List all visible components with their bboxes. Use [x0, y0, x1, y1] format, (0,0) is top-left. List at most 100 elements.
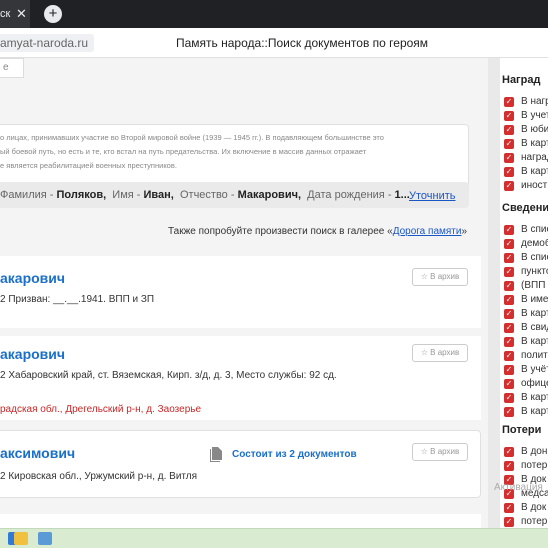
- road-of-memory-link[interactable]: Дорога памяти: [393, 226, 462, 237]
- documents-count-link[interactable]: Состоит из 2 документов: [232, 449, 357, 460]
- filter-label: В карт: [521, 392, 548, 403]
- filter-panel: Наград ✓ В нагр ✓ В учет ✓ В юби ✓ В карт ✓ награ…: [488, 58, 548, 528]
- result-description: 2 Призван: __.__.1941. ВПП и ЗП: [0, 294, 155, 305]
- filter-label: наград: [521, 152, 548, 163]
- panel-divider: [488, 58, 500, 528]
- filter-label: демоб: [521, 238, 548, 249]
- info-section-title: Сведени: [502, 202, 548, 214]
- result-name[interactable]: аксимович: [0, 445, 75, 461]
- taskbar: [0, 528, 548, 548]
- tab-close-icon[interactable]: ✕: [16, 6, 27, 22]
- birth-label: Дата рождения: [307, 189, 385, 201]
- add-to-archive-button[interactable]: ☆ В архив: [412, 268, 468, 286]
- filter-checkbox[interactable]: ✓: [504, 393, 514, 403]
- filter-checkbox[interactable]: ✓: [504, 267, 514, 277]
- result-card[interactable]: акарович 2 Призван: __.__.1941. ВПП и ЗП…: [0, 256, 481, 328]
- awards-section-title: Наград: [502, 74, 541, 86]
- filter-checkbox[interactable]: ✓: [504, 181, 514, 191]
- filter-checkbox[interactable]: ✓: [504, 309, 514, 319]
- filter-label: В карт: [521, 336, 548, 347]
- result-name[interactable]: акарович: [0, 270, 65, 286]
- browser-tab-bar: ск ✕ +: [0, 0, 548, 28]
- filter-label: В карт: [521, 138, 548, 149]
- filter-checkbox[interactable]: ✓: [504, 111, 514, 121]
- tab-label: ск: [0, 8, 11, 20]
- new-tab-button[interactable]: +: [44, 5, 62, 23]
- filter-label: В док: [521, 502, 547, 513]
- filter-checkbox[interactable]: ✓: [504, 167, 514, 177]
- filter-label: офице: [521, 378, 548, 389]
- patronymic-value: Макарович,: [237, 189, 302, 201]
- search-results-area: е о лицах, принимавших участие во Второй…: [0, 58, 488, 528]
- filter-label: В карт: [521, 406, 548, 417]
- filter-label: пункто: [521, 266, 548, 277]
- losses-section-title: Потери: [502, 424, 542, 436]
- info-line: ый боевой путь, но есть и те, кто встал …: [0, 147, 367, 156]
- result-card[interactable]: [0, 514, 481, 528]
- result-card[interactable]: акарович 2 Хабаровский край, ст. Вяземск…: [0, 336, 481, 420]
- filter-checkbox[interactable]: ✓: [504, 139, 514, 149]
- filter-checkbox[interactable]: ✓: [504, 295, 514, 305]
- road-hint-suffix: »: [461, 226, 468, 237]
- filter-label: В юби: [521, 124, 548, 135]
- result-place: радская обл., Дрегельский р-н, д. Заозер…: [0, 404, 202, 415]
- result-description: 2 Кировская обл., Уржумский р-н, д. Витл…: [0, 471, 198, 482]
- name-value: Иван,: [143, 189, 174, 201]
- app-icon[interactable]: [38, 532, 52, 545]
- browser-tab[interactable]: ск ✕: [0, 0, 30, 28]
- folder-icon[interactable]: [14, 532, 28, 545]
- filter-checkbox[interactable]: ✓: [504, 281, 514, 291]
- road-hint-prefix: Также попробуйте произвести поиск в гале…: [168, 226, 393, 237]
- result-description: 2 Хабаровский край, ст. Вяземская, Кирп.…: [0, 370, 337, 381]
- filter-checkbox[interactable]: ✓: [504, 153, 514, 163]
- filter-label: полит: [521, 350, 548, 361]
- filter-checkbox[interactable]: ✓: [504, 365, 514, 375]
- patronymic-label: Отчество: [179, 189, 228, 201]
- filter-label: В карт: [521, 308, 548, 319]
- filter-label: В карт: [521, 166, 548, 177]
- add-to-archive-button[interactable]: ☆ В архив: [412, 344, 468, 362]
- filter-checkbox[interactable]: ✓: [504, 447, 514, 457]
- surname-label: Фамилия: [0, 189, 47, 201]
- filter-checkbox[interactable]: ✓: [504, 461, 514, 471]
- filter-checkbox[interactable]: ✓: [504, 97, 514, 107]
- url-field[interactable]: amyat-naroda.ru: [0, 34, 95, 52]
- filter-checkbox[interactable]: ✓: [504, 351, 514, 361]
- filter-checkbox[interactable]: ✓: [504, 337, 514, 347]
- surname-value: Поляков,: [56, 189, 107, 201]
- filter-checkbox[interactable]: ✓: [504, 503, 514, 513]
- search-query-summary: Фамилия - Поляков, Имя - Иван, Отчество …: [0, 182, 469, 208]
- add-to-archive-button[interactable]: ☆ В архив: [412, 443, 468, 461]
- filter-label: В нагр: [521, 96, 548, 107]
- filter-checkbox[interactable]: ✓: [504, 323, 514, 333]
- filter-checkbox[interactable]: ✓: [504, 125, 514, 135]
- page-title: Память народа::Поиск документов по героя…: [176, 36, 429, 50]
- filter-checkbox[interactable]: ✓: [504, 517, 514, 527]
- filter-label: (ВПП: [521, 280, 546, 291]
- filter-label: иност: [521, 180, 548, 191]
- filter-checkbox[interactable]: ✓: [504, 379, 514, 389]
- address-bar: amyat-naroda.ru Память народа::Поиск док…: [0, 28, 548, 58]
- refine-search-link[interactable]: Уточнить: [409, 190, 456, 202]
- filter-label: В спис: [521, 252, 548, 263]
- hint-fragment: е: [3, 62, 9, 73]
- result-name[interactable]: акарович: [0, 346, 65, 362]
- filter-label: В дон: [521, 446, 548, 457]
- filter-label: В име: [521, 294, 548, 305]
- filter-checkbox[interactable]: ✓: [504, 239, 514, 249]
- filter-label: потер: [521, 516, 548, 527]
- document-icon: [210, 447, 222, 462]
- filter-checkbox[interactable]: ✓: [504, 407, 514, 417]
- road-of-memory-hint: Также попробуйте произвести поиск в гале…: [168, 226, 467, 237]
- filter-label: В спис: [521, 224, 548, 235]
- filter-label: потер: [521, 460, 548, 471]
- birth-value: 1...: [394, 189, 410, 201]
- filter-label: В учёт: [521, 364, 548, 375]
- activation-watermark: Активация: [494, 482, 543, 493]
- filter-checkbox[interactable]: ✓: [504, 253, 514, 263]
- filter-label: В учет: [521, 110, 548, 121]
- result-card[interactable]: аксимович 2 Кировская обл., Уржумский р-…: [0, 430, 481, 498]
- info-line: е является реабилитацией военных преступ…: [0, 161, 177, 170]
- search-hint-box[interactable]: е: [0, 58, 24, 78]
- filter-checkbox[interactable]: ✓: [504, 225, 514, 235]
